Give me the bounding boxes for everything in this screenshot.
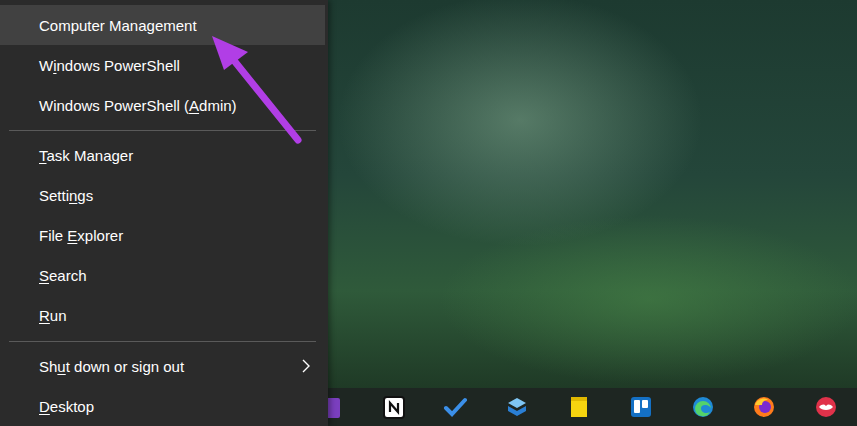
menu-item-label: Run [39,307,311,324]
menu-item-label: Settings [39,187,311,204]
menu-item-label: Search [39,267,311,284]
menu-item-label: Task Manager [39,147,311,164]
taskbar-button[interactable] [672,388,734,426]
submenu-chevron-icon [301,359,311,373]
menu-item-label: Windows PowerShell (Admin) [39,97,311,114]
taskbar-button[interactable] [733,388,795,426]
lips-app-icon [814,395,838,419]
menu-item[interactable]: Desktop [0,386,325,426]
menu-item[interactable]: Computer Management [0,5,325,45]
menu-item[interactable]: Search [0,256,325,296]
menu-item-label: File Explorer [39,227,311,244]
menu-item[interactable]: File Explorer [0,216,325,256]
taskbar-button[interactable] [486,388,548,426]
sticky-notes-icon [567,395,591,419]
box-app-icon [505,395,529,419]
menu-item[interactable]: Windows PowerShell [0,45,325,85]
menu-item-label: Desktop [39,398,311,415]
taskbar-button[interactable] [425,388,487,426]
taskbar-button[interactable] [795,388,857,426]
edge-icon [691,395,715,419]
menu-separator [9,341,316,342]
menu-item[interactable]: Run [0,296,325,336]
menu-item[interactable]: Task Manager [0,136,325,176]
firefox-icon [752,395,776,419]
menu-item-label: Shut down or sign out [39,358,301,375]
notion-icon [382,395,406,419]
quick-link-menu: Computer Management Windows PowerShell Win… [0,0,328,426]
taskbar-button[interactable] [363,388,425,426]
todo-icon [443,395,467,419]
menu-item[interactable]: Settings [0,176,325,216]
menu-separator [9,130,316,131]
menu-item[interactable]: Windows PowerShell (Admin) [0,85,325,125]
taskbar-button[interactable] [610,388,672,426]
menu-item[interactable]: Shut down or sign out [0,346,325,386]
menu-item-label: Windows PowerShell [39,57,311,74]
taskbar-button[interactable] [548,388,610,426]
trello-icon [629,395,653,419]
menu-item-label: Computer Management [39,17,311,34]
annotation-arrow-icon [0,0,857,426]
desktop-screen: Computer Management Windows PowerShell Win… [0,0,857,426]
